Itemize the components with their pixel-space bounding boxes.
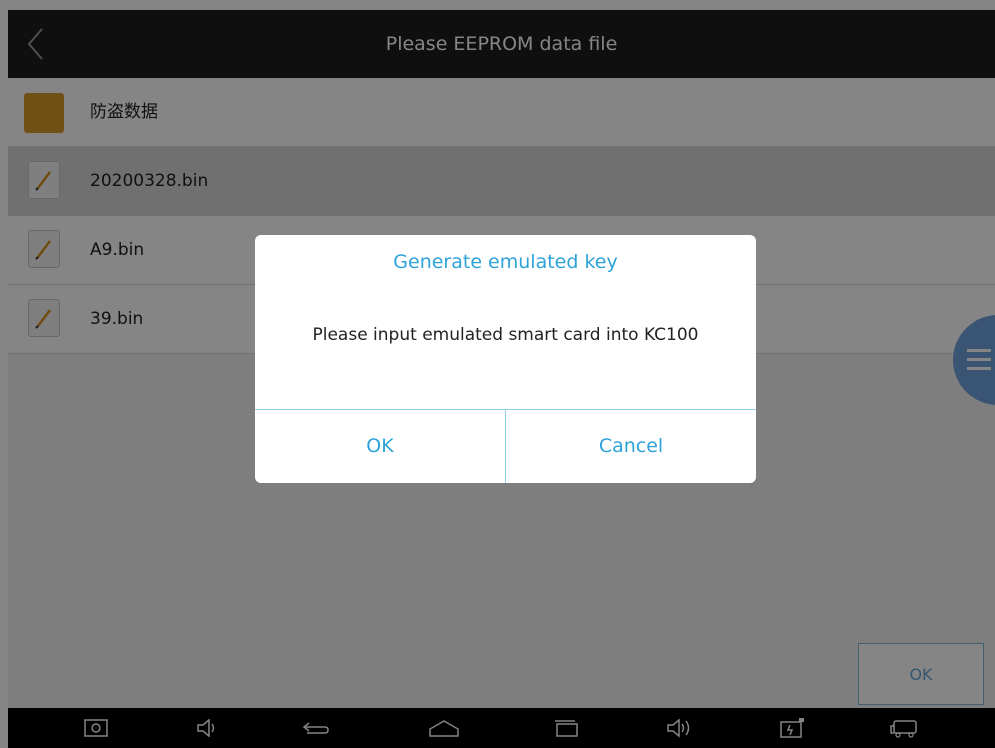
dialog-cancel-button[interactable]: Cancel — [506, 410, 756, 483]
dialog-ok-button[interactable]: OK — [255, 410, 505, 483]
dialog-message: Please input emulated smart card into KC… — [312, 325, 699, 345]
dialog-title: Generate emulated key — [393, 251, 618, 273]
generate-key-dialog: Generate emulated key Please input emula… — [255, 235, 756, 483]
